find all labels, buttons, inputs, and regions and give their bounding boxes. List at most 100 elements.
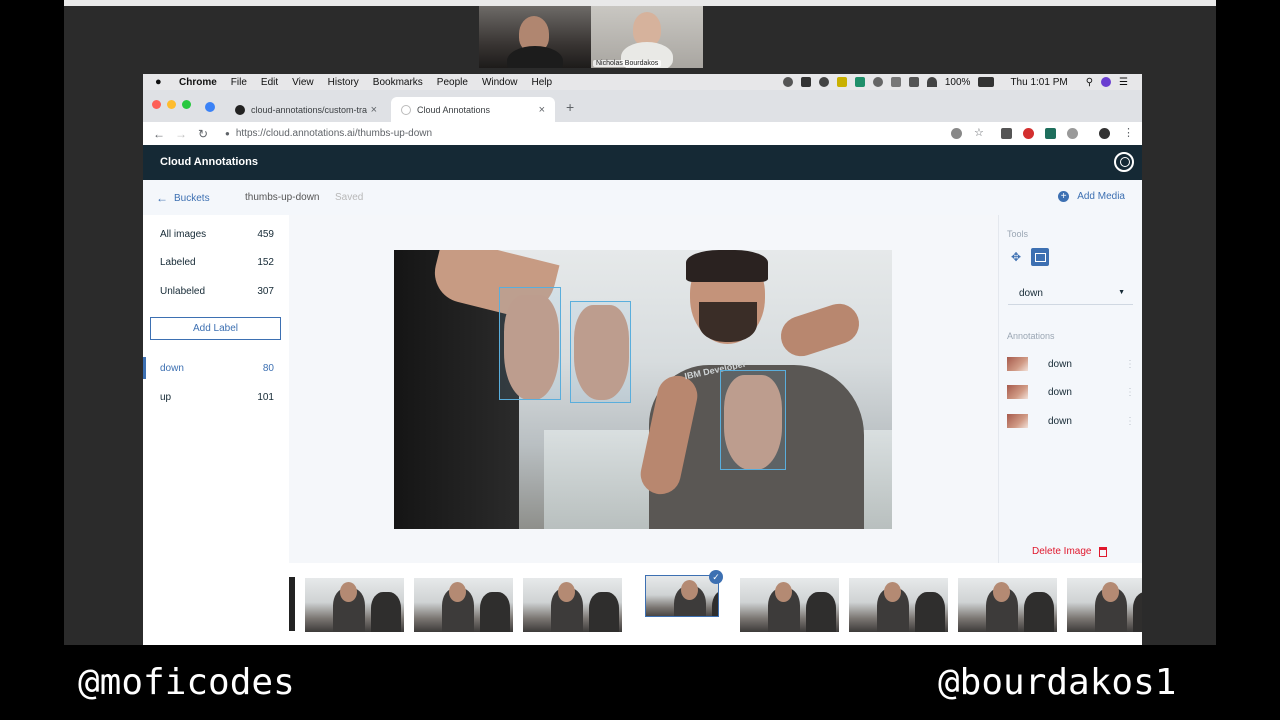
image-thumbnail[interactable] — [305, 578, 404, 632]
menu-app[interactable]: Chrome — [179, 77, 217, 88]
menu-history[interactable]: History — [328, 77, 359, 88]
annotation-item[interactable]: down ⋮ — [1007, 356, 1135, 372]
image-thumbnail-selected[interactable] — [645, 575, 719, 617]
siri-icon[interactable] — [1101, 77, 1112, 87]
battery-icon[interactable] — [978, 77, 995, 87]
minimize-window-button[interactable] — [167, 100, 176, 109]
annotation-canvas[interactable]: IBM Developer — [394, 250, 892, 529]
label-item-up[interactable]: up 101 — [160, 392, 274, 403]
filter-count: 152 — [257, 257, 274, 268]
video-tile-guest: Nicholas Bourdakos — [591, 6, 703, 68]
menu-edit[interactable]: Edit — [261, 77, 278, 88]
notification-center-icon[interactable]: ☰ — [1119, 77, 1128, 88]
close-window-button[interactable] — [152, 100, 161, 109]
menu-window[interactable]: Window — [482, 77, 518, 88]
save-status: Saved — [335, 192, 364, 203]
opera-extension-icon[interactable] — [1023, 128, 1034, 139]
annotation-item[interactable]: down ⋮ — [1007, 384, 1135, 400]
new-tab-icon[interactable]: + — [566, 99, 574, 115]
reload-icon[interactable]: ↻ — [197, 127, 209, 141]
chrome-menu-icon[interactable]: ⋮ — [1123, 126, 1134, 139]
annotation-thumbnail — [1007, 357, 1028, 371]
filter-unlabeled[interactable]: Unlabeled 307 — [160, 286, 274, 297]
label-dropdown[interactable]: down ▼ — [1008, 285, 1133, 305]
profile-avatar-icon[interactable] — [1099, 128, 1110, 139]
lock-icon: ● — [225, 129, 230, 138]
filter-label: All images — [160, 229, 207, 240]
more-options-icon[interactable]: ⋮ — [1125, 387, 1135, 398]
filter-all-images[interactable]: All images 459 — [160, 229, 274, 240]
annotation-label: down — [1048, 386, 1072, 398]
filter-label: Unlabeled — [160, 286, 206, 297]
spotlight-icon[interactable]: ⚲ — [1086, 77, 1093, 88]
menu-file[interactable]: File — [231, 77, 247, 88]
close-tab-icon[interactable]: × — [371, 104, 377, 116]
image-thumbnail[interactable] — [1067, 578, 1142, 632]
label-count: 80 — [262, 363, 274, 374]
image-thumbnail[interactable] — [740, 578, 839, 632]
bounding-box[interactable] — [720, 370, 786, 470]
delete-image-label: Delete Image — [1032, 546, 1092, 557]
address-bar-row: ← → ↻ ● https://cloud.annotations.ai/thu… — [143, 122, 1142, 146]
address-bar[interactable]: ● https://cloud.annotations.ai/thumbs-up… — [225, 128, 432, 139]
menu-view[interactable]: View — [292, 77, 314, 88]
checkmark-icon: ✓ — [709, 570, 723, 584]
app-title[interactable]: Cloud Annotations — [160, 156, 258, 168]
apple-icon[interactable]: ● — [155, 76, 167, 88]
filter-labeled[interactable]: Labeled 152 — [160, 257, 274, 268]
add-label-button[interactable]: Add Label — [150, 317, 281, 340]
clock[interactable]: Thu 1:01 PM — [1010, 77, 1067, 88]
bounding-box[interactable] — [499, 287, 561, 400]
globe-icon[interactable] — [872, 77, 883, 87]
extension-icon[interactable] — [1045, 128, 1056, 139]
person-body — [507, 46, 563, 68]
bounding-box[interactable] — [570, 301, 631, 403]
url-text: https://cloud.annotations.ai/thumbs-up-d… — [235, 128, 433, 139]
status-tray: 100% Thu 1:01 PM ⚲ ☰ — [782, 77, 1142, 88]
menu-people[interactable]: People — [437, 77, 468, 88]
wifi-icon[interactable] — [926, 77, 937, 87]
label-item-down[interactable]: down 80 — [160, 363, 274, 374]
star-icon[interactable]: ☆ — [974, 126, 984, 139]
menu-bookmarks[interactable]: Bookmarks — [373, 77, 423, 88]
tab-bar: cloud-annotations/custom-tra × Cloud Ann… — [143, 90, 1142, 122]
presenter-handle-left: @moficodes — [78, 662, 295, 703]
messenger-icon[interactable] — [205, 102, 215, 112]
tab-cloud-annotations[interactable]: Cloud Annotations × — [391, 97, 555, 122]
tab-title: Cloud Annotations — [417, 104, 491, 115]
dropbox-icon[interactable] — [800, 77, 811, 87]
trash-icon — [1099, 546, 1108, 557]
delete-image-button[interactable]: Delete Image — [1032, 546, 1108, 557]
tab-github[interactable]: cloud-annotations/custom-tra × — [225, 97, 387, 122]
bucket-name: thumbs-up-down — [245, 192, 320, 203]
close-tab-icon[interactable]: × — [539, 104, 545, 116]
box-tool-icon[interactable] — [1031, 248, 1049, 266]
menu-help[interactable]: Help — [532, 77, 553, 88]
sync-icon[interactable] — [818, 77, 829, 87]
image-thumbnail[interactable] — [414, 578, 513, 632]
image-thumbnail[interactable] — [849, 578, 948, 632]
label-name: down — [160, 363, 184, 374]
bluetooth-icon[interactable] — [908, 77, 919, 87]
maximize-window-button[interactable] — [182, 100, 191, 109]
extension-icon[interactable] — [1067, 128, 1078, 139]
back-arrow-icon[interactable]: ← — [153, 127, 165, 141]
more-options-icon[interactable]: ⋮ — [1125, 416, 1135, 427]
display-icon[interactable] — [890, 77, 901, 87]
person-face — [633, 12, 661, 46]
annotation-item[interactable]: down ⋮ — [1007, 413, 1135, 429]
add-media-button[interactable]: + Add Media — [1058, 191, 1125, 202]
image-thumbnail[interactable] — [958, 578, 1057, 632]
move-tool-icon[interactable]: ✥ — [1011, 250, 1021, 264]
more-options-icon[interactable]: ⋮ — [1125, 359, 1135, 370]
image-thumbnail[interactable] — [523, 578, 622, 632]
key-icon[interactable] — [951, 128, 962, 139]
shield-icon[interactable] — [836, 77, 847, 87]
forward-arrow-icon[interactable]: → — [175, 127, 187, 141]
app-tray-icon[interactable] — [854, 77, 865, 87]
back-to-buckets-link[interactable]: ← Buckets — [156, 191, 210, 205]
annotation-thumbnail — [1007, 414, 1028, 428]
screen-record-icon[interactable] — [782, 77, 793, 87]
extension-icon[interactable] — [1001, 128, 1012, 139]
user-icon[interactable] — [1114, 152, 1134, 172]
